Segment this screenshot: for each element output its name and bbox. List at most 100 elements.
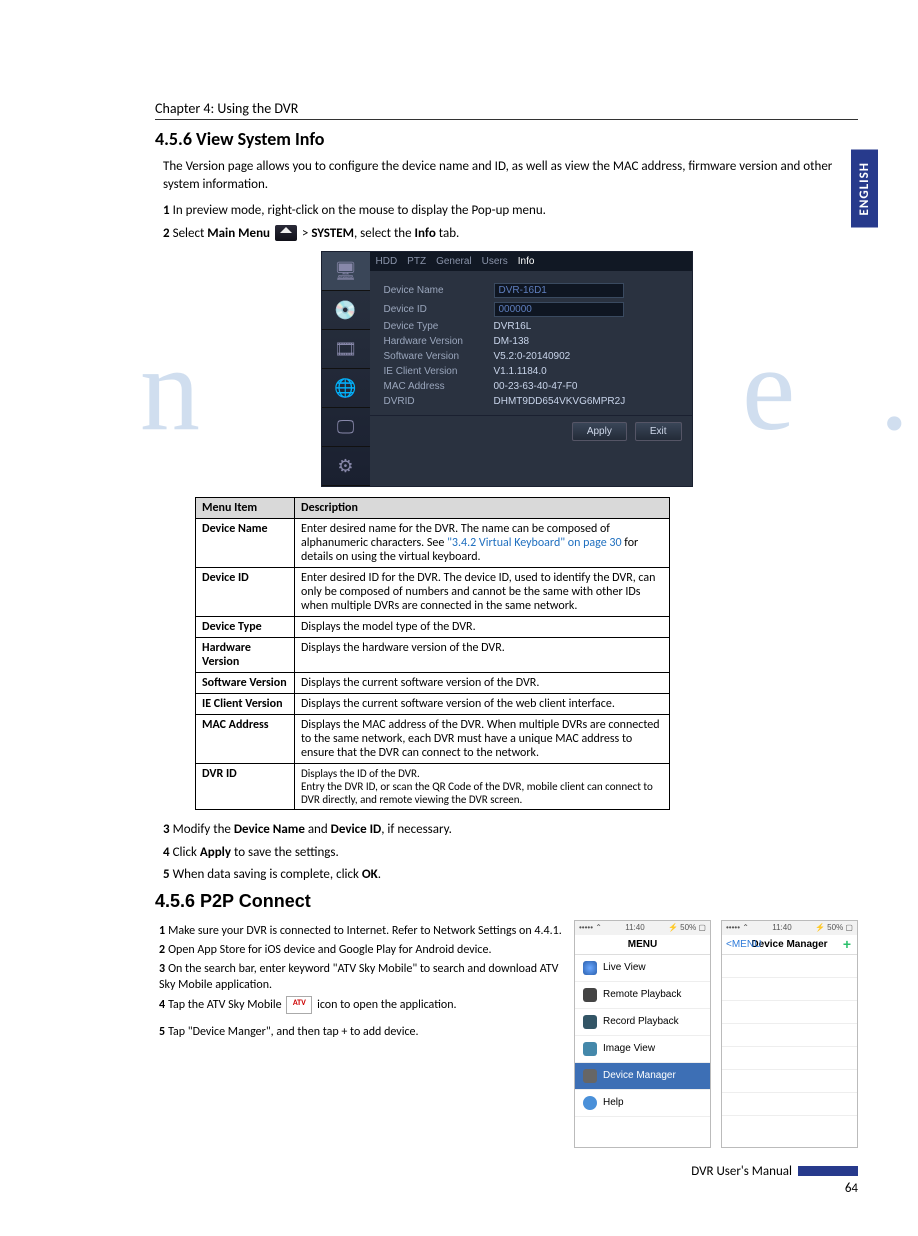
p2p-s4b: icon to open the application. [314, 998, 456, 1012]
s4apply: Apply [200, 845, 231, 860]
ph2-status-l: ••••• ⌃ [726, 923, 749, 932]
ph2-add-button[interactable]: + [843, 939, 851, 949]
step-1: 1In preview mode, right-click on the mou… [163, 201, 858, 221]
atv-app-icon: ATV [286, 996, 312, 1014]
row-hw: Hardware Version [196, 638, 295, 673]
row-sw-desc: Displays the current software version of… [295, 673, 670, 694]
dvr-tab-hdd: HDD [376, 256, 398, 267]
menu-item-table: Menu ItemDescription Device NameEnter de… [195, 497, 670, 810]
footer-text: DVR User's Manual [691, 1164, 792, 1179]
s3di: Device ID [331, 822, 382, 837]
step2-c: , select the [354, 226, 415, 241]
row-ie: IE Client Version [196, 694, 295, 715]
s3b: and [305, 822, 331, 837]
ph1-i2: Record Playback [603, 1016, 679, 1027]
p2p-step-5: 5Tap "Device Manger", and then tap + to … [159, 1024, 564, 1040]
ph1-item-device-manager[interactable]: Device Manager [575, 1063, 710, 1090]
step-1-text: In preview mode, right-click on the mous… [173, 203, 546, 218]
ph2-row [722, 1093, 857, 1116]
dvr-tab-ptz: PTZ [407, 256, 426, 267]
video-icon [583, 988, 597, 1002]
ph2-title: Device Manager [751, 939, 827, 950]
ph2-title-bar: <MENU Device Manager + [722, 935, 857, 955]
ph2-row [722, 978, 857, 1001]
ph2-row [722, 1001, 857, 1024]
th-menu-item: Menu Item [196, 498, 295, 519]
dvr-sb-disk-icon: 💿 [322, 291, 370, 330]
row-mac: MAC Address [196, 715, 295, 764]
ph2-row [722, 955, 857, 978]
image-icon [583, 1042, 597, 1056]
p2p-s5: Tap "Device Manger", and then tap + to a… [168, 1025, 418, 1039]
ph1-title: MENU [575, 935, 710, 955]
s3c: , if necessary. [381, 822, 452, 837]
row-dvrid: DVR ID [196, 764, 295, 810]
dvr-sb-network-icon: 🌐 [322, 369, 370, 408]
home-icon [275, 225, 297, 241]
ph2-status-time: 11:40 [772, 923, 791, 932]
section-heading-456: 4.5.6 View System Info [155, 128, 858, 150]
p2p-s1: Make sure your DVR is connected to Inter… [168, 924, 562, 938]
val-device-type: DVR16L [494, 321, 532, 332]
ph1-status-l: ••••• ⌃ [579, 923, 602, 932]
row-device-name-desc: Enter desired name for the DVR. The name… [295, 519, 670, 568]
lab-device-type: Device Type [384, 321, 494, 332]
section-heading-p2p: 4.5.6 P2P Connect [155, 891, 858, 912]
dvr-tabs: HDD PTZ General Users Info [370, 252, 692, 271]
row-device-id-desc: Enter desired ID for the DVR. The device… [295, 568, 670, 617]
dvr-system-info-screenshot: 🖥 💿 🎞 🌐 🖵 ⚙ HDD PTZ General Users Info D… [321, 251, 693, 487]
ph2-status-r: ⚡ 50% ▢ [815, 923, 853, 932]
ph2-back-label: MENU [732, 939, 761, 950]
s5b: . [378, 867, 381, 882]
th-description: Description [295, 498, 670, 519]
lab-ie: IE Client Version [384, 366, 494, 377]
ph2-back-button[interactable]: <MENU [726, 939, 761, 950]
virtual-keyboard-link[interactable]: "3.4.2 Virtual Keyboard" on page 30 [447, 536, 621, 550]
p2p-s3: On the search bar, enter keyword "ATV Sk… [159, 962, 558, 992]
ph1-i4: Device Manager [603, 1070, 676, 1081]
ph1-item-image-view[interactable]: Image View [575, 1036, 710, 1063]
ph1-i5: Help [603, 1097, 624, 1108]
intro-text: The Version page allows you to configure… [163, 158, 858, 193]
p2p-step-1: 1Make sure your DVR is connected to Inte… [159, 923, 564, 939]
step-3: 3Modify the Device Name and Device ID, i… [163, 820, 858, 840]
dvr-tab-info: Info [518, 256, 535, 267]
phone-menu-screenshot: ••••• ⌃ 11:40 ⚡ 50% ▢ MENU Live View Remot… [574, 920, 711, 1148]
val-ie: V1.1.1184.0 [494, 366, 547, 377]
s3a: Modify the [173, 822, 234, 837]
phone-device-manager-screenshot: ••••• ⌃ 11:40 ⚡ 50% ▢ <MENU Device Manager… [721, 920, 858, 1148]
ph1-item-remote-playback[interactable]: Remote Playback [575, 982, 710, 1009]
step-4: 4Click Apply to save the settings. [163, 843, 858, 863]
row-device-type: Device Type [196, 617, 295, 638]
ph1-item-record-playback[interactable]: Record Playback [575, 1009, 710, 1036]
p2p-s4a: Tap the ATV Sky Mobile [168, 998, 284, 1012]
input-device-id[interactable] [494, 302, 624, 317]
step2-a: Select [173, 226, 208, 241]
clapper-icon [583, 1015, 597, 1029]
row-dvrid-desc: Displays the ID of the DVR. Entry the DV… [295, 764, 670, 810]
val-dvrid: DHMT9DD654VKVG6MPR2J [494, 396, 626, 407]
dvr-sb-display-icon: 🖥 [322, 252, 370, 291]
ph1-item-live-view[interactable]: Live View [575, 955, 710, 982]
gear-icon [583, 1069, 597, 1083]
s4a: Click [173, 845, 200, 860]
row-mac-desc: Displays the MAC address of the DVR. Whe… [295, 715, 670, 764]
dvr-apply-button[interactable]: Apply [572, 422, 627, 441]
ph1-i0: Live View [603, 962, 646, 973]
dvr-exit-button[interactable]: Exit [635, 422, 682, 441]
p2p-step-3: 3On the search bar, enter keyword "ATV S… [159, 961, 564, 993]
ph1-i3: Image View [603, 1043, 655, 1054]
s5ok: OK [362, 867, 378, 882]
ph2-row [722, 1024, 857, 1047]
ph1-item-help[interactable]: Help [575, 1090, 710, 1117]
s5a: When data saving is complete, click [173, 867, 362, 882]
s4b: to save the settings. [231, 845, 339, 860]
row-device-id: Device ID [196, 568, 295, 617]
dvr-sb-reel-icon: 🎞 [322, 330, 370, 369]
dvr-sb-screen-icon: 🖵 [322, 408, 370, 447]
input-device-name[interactable] [494, 283, 624, 298]
ph1-status-time: 11:40 [625, 923, 644, 932]
s3dn: Device Name [234, 822, 305, 837]
ph1-status-r: ⚡ 50% ▢ [668, 923, 706, 932]
page-number: 64 [155, 1181, 858, 1196]
